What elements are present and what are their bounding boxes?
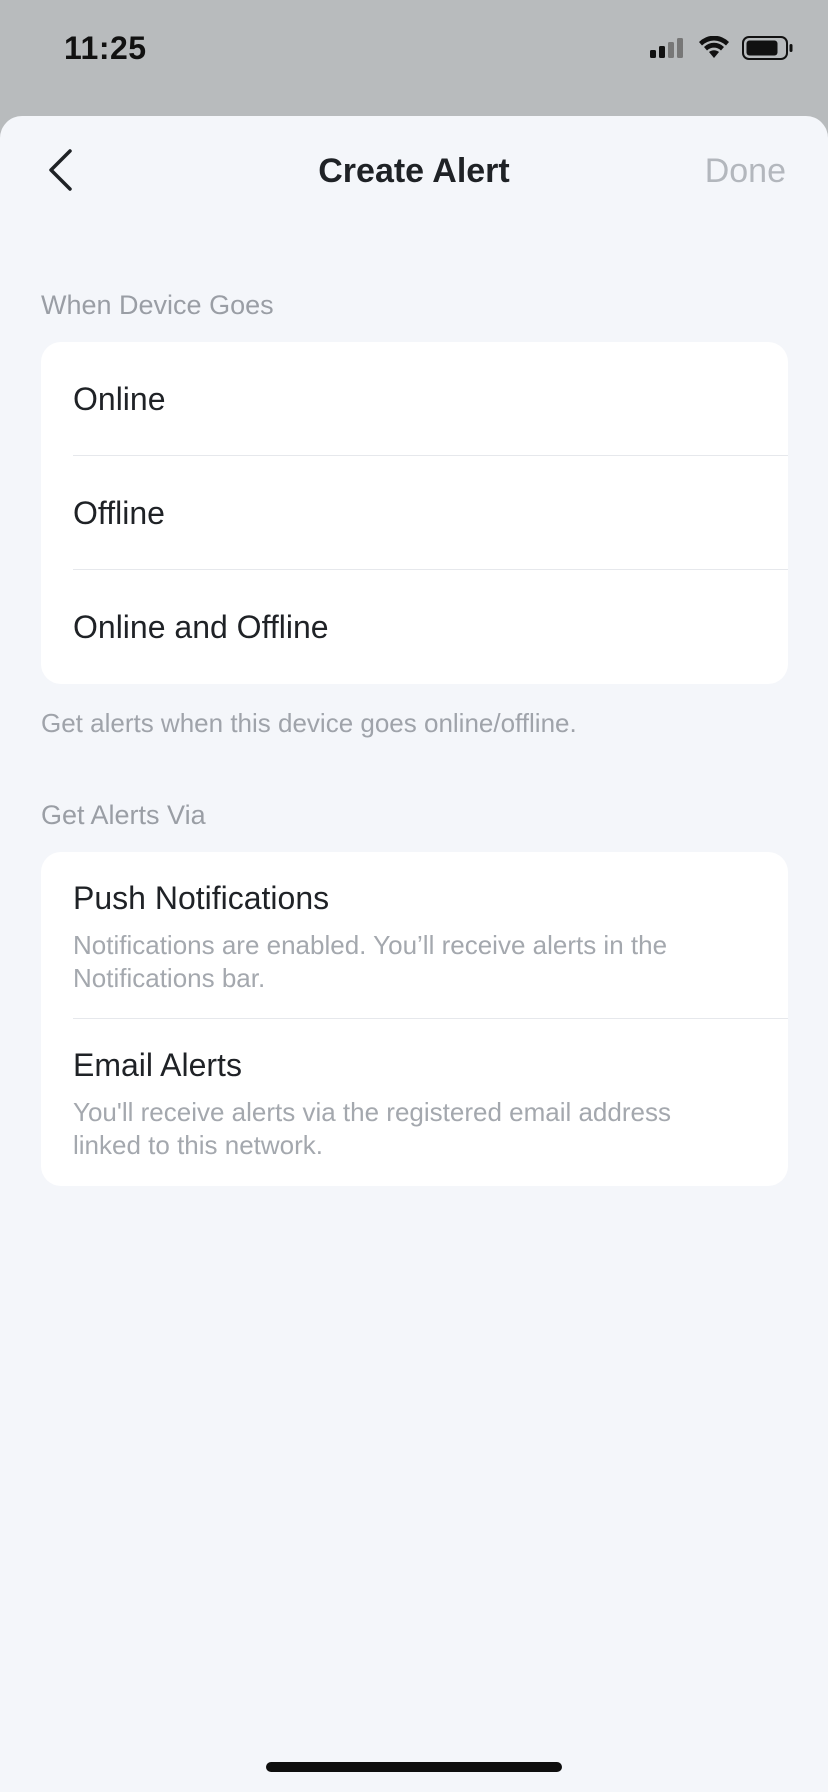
home-indicator (266, 1762, 562, 1772)
email-alerts-item[interactable]: Email Alerts You'll receive alerts via t… (41, 1019, 788, 1186)
alerts-via-card: Push Notifications Notifications are ena… (41, 852, 788, 1186)
push-notifications-item[interactable]: Push Notifications Notifications are ena… (41, 852, 788, 1019)
alert-sheet: Create Alert Done When Device Goes Onlin… (0, 116, 828, 1792)
email-alerts-description: You'll receive alerts via the registered… (73, 1097, 671, 1160)
option-label: Online (73, 380, 166, 417)
push-notifications-description: Notifications are enabled. You’ll receiv… (73, 930, 668, 993)
wifi-icon (698, 35, 730, 65)
option-online[interactable]: Online (41, 342, 788, 456)
device-goes-hint: Get alerts when this device goes online/… (41, 708, 577, 738)
device-goes-card: Online Offline Online and Offline (41, 342, 788, 684)
push-notifications-title: Push Notifications (73, 880, 330, 916)
cellular-signal-icon (650, 36, 686, 65)
status-icons (650, 35, 794, 66)
navigation-bar: Create Alert Done (0, 116, 828, 228)
email-alerts-title: Email Alerts (73, 1047, 242, 1083)
battery-icon (742, 35, 794, 66)
status-time: 11:25 (64, 30, 147, 66)
option-label: Offline (73, 494, 165, 531)
section-label-alerts-via: Get Alerts Via (41, 800, 206, 830)
option-offline[interactable]: Offline (41, 456, 788, 570)
section-label-device-goes: When Device Goes (41, 290, 274, 320)
option-label: Online and Offline (73, 608, 329, 645)
screen: 11:25 Create Alert Done When Device Goes… (0, 0, 828, 1792)
option-online-and-offline[interactable]: Online and Offline (41, 570, 788, 684)
done-button[interactable]: Done (705, 152, 786, 191)
status-bar: 11:25 (0, 0, 828, 110)
